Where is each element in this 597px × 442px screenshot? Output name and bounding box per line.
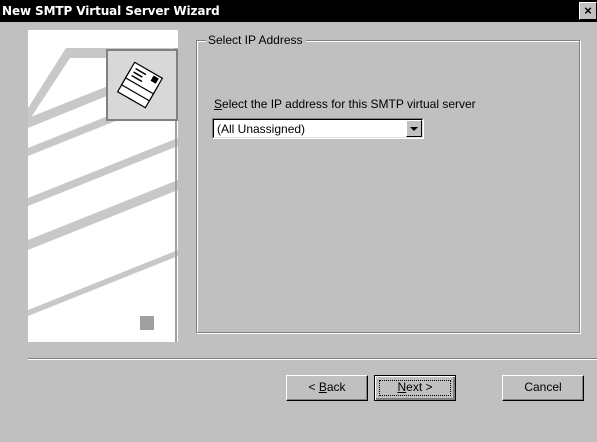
back-prefix: < — [308, 380, 319, 394]
next-accelerator: N — [397, 380, 407, 394]
dropdown-selected-value: (All Unassigned) — [217, 122, 306, 136]
mail-stack-icon — [106, 49, 178, 121]
back-label: ack — [326, 380, 346, 394]
server-illustration — [28, 30, 178, 342]
close-icon: × — [584, 3, 592, 18]
chevron-down-icon — [410, 127, 418, 131]
ip-label-text: elect the IP address for this SMTP virtu… — [222, 97, 476, 111]
dropdown-button[interactable] — [406, 120, 422, 137]
group-title: Select IP Address — [206, 33, 306, 47]
server-indicator — [140, 316, 154, 330]
cancel-label: Cancel — [524, 380, 562, 394]
title-bar: New SMTP Virtual Server Wizard × — [0, 0, 597, 22]
close-button[interactable]: × — [579, 2, 597, 20]
select-ip-groupbox — [196, 40, 580, 333]
next-button[interactable]: Next > — [374, 375, 456, 401]
ip-address-dropdown[interactable]: (All Unassigned) — [212, 118, 424, 139]
back-accelerator: B — [318, 380, 327, 394]
ip-address-label: Select the IP address for this SMTP virt… — [214, 97, 476, 111]
ip-label-accelerator: S — [214, 97, 223, 111]
back-button[interactable]: < Back — [286, 375, 368, 401]
window-title: New SMTP Virtual Server Wizard — [2, 4, 220, 18]
cancel-button[interactable]: Cancel — [502, 375, 584, 401]
next-label: ext > — [406, 380, 433, 394]
footer-separator — [28, 358, 597, 360]
dropdown-well: (All Unassigned) — [213, 119, 423, 138]
